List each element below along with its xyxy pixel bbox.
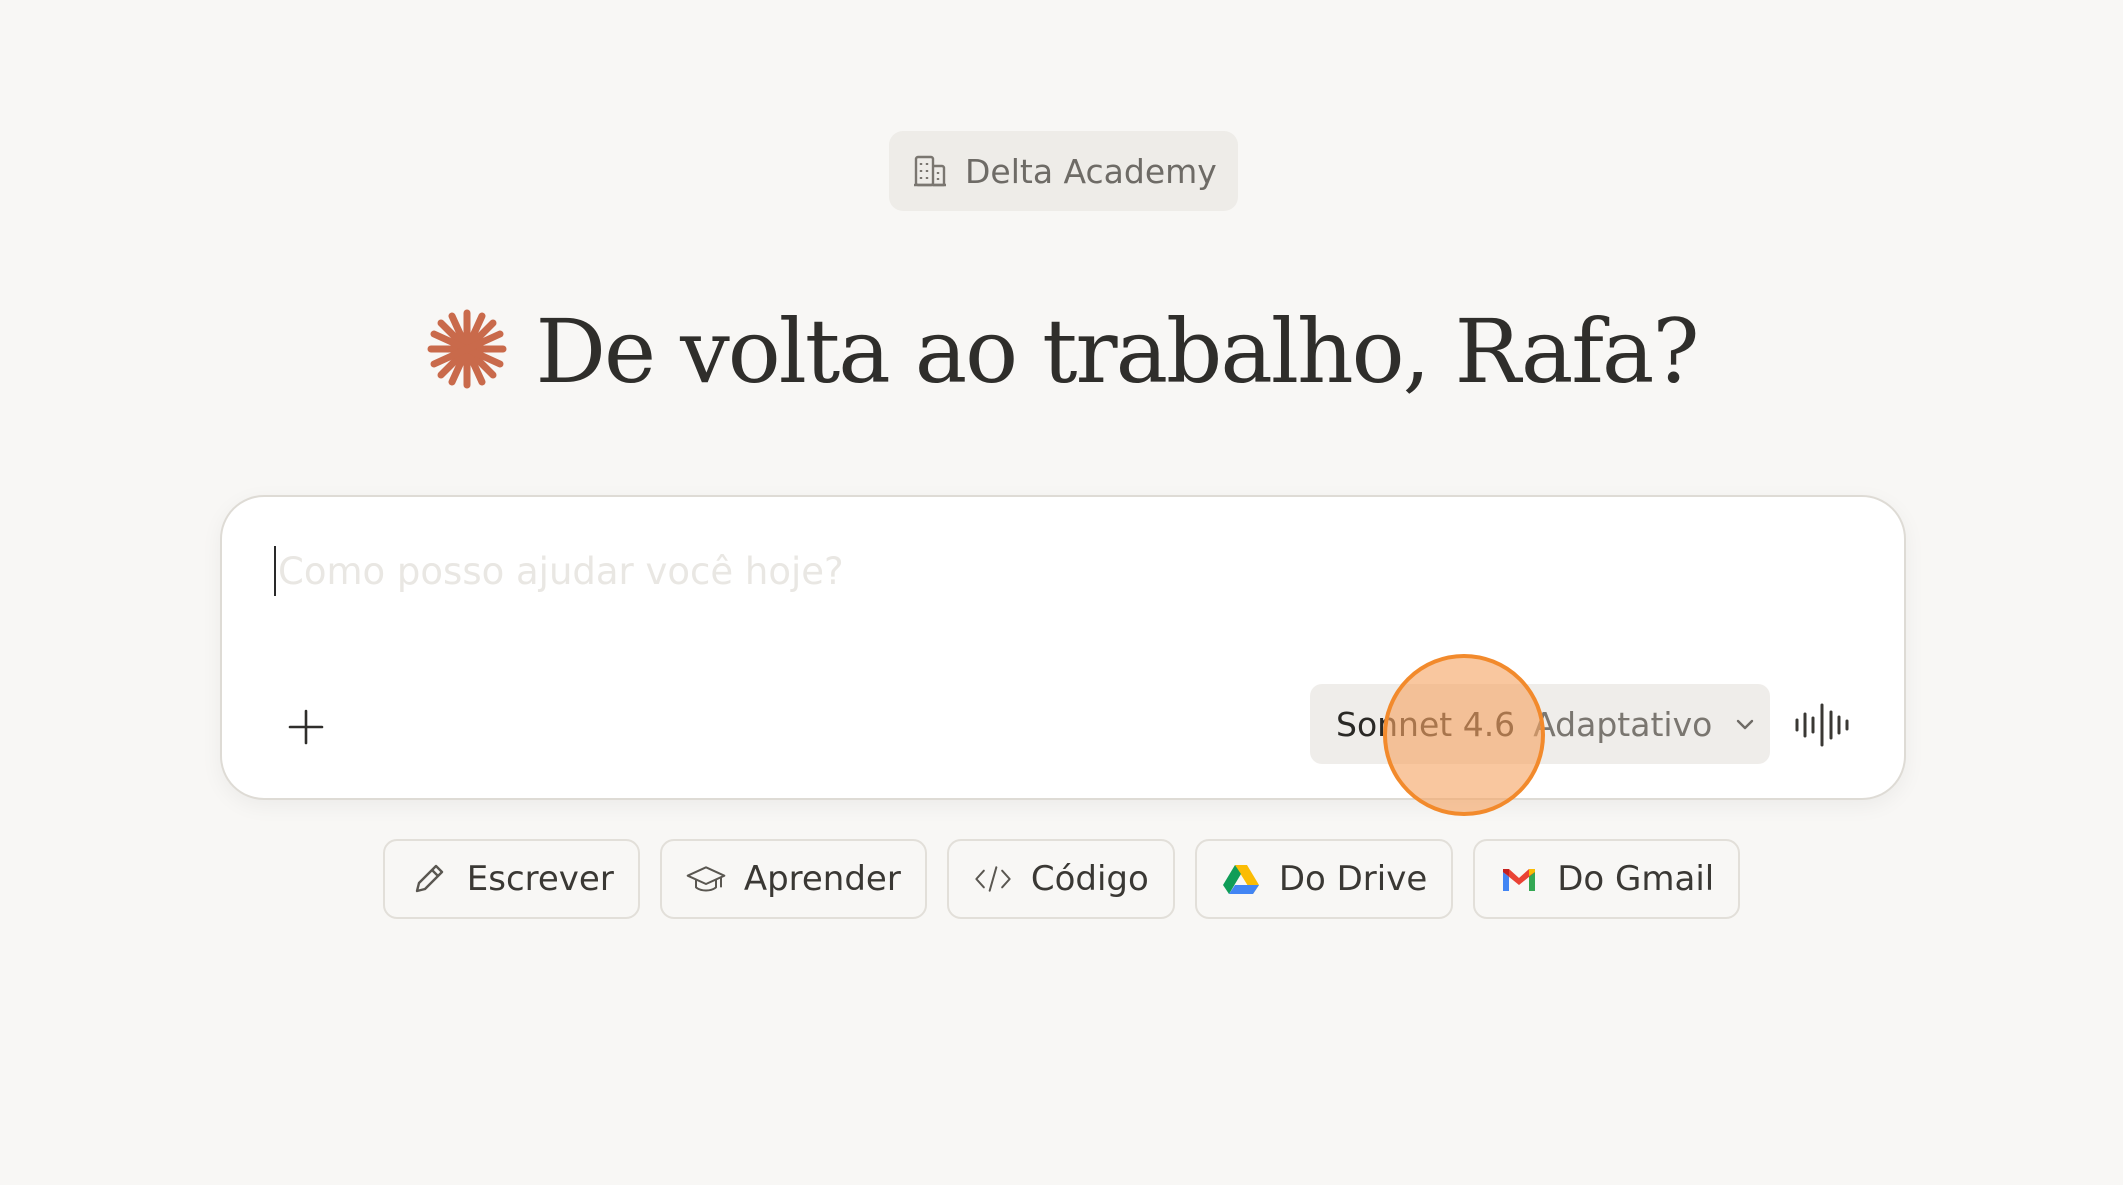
message-composer: Como posso ajudar você hoje? Sonnet 4.6 …	[220, 495, 1906, 800]
model-name: Sonnet 4.6	[1336, 704, 1516, 744]
voice-waveform-icon	[1793, 702, 1851, 748]
suggestion-chips: Escrever Aprender Código Do Drive Do Gma…	[0, 839, 2123, 919]
greeting-title: De volta ao trabalho, Rafa?	[535, 299, 1699, 403]
message-placeholder: Como posso ajudar você hoje?	[278, 549, 844, 593]
suggestion-learn[interactable]: Aprender	[659, 839, 927, 919]
organization-name: Delta Academy	[965, 151, 1217, 191]
model-mode: Adaptativo	[1533, 704, 1713, 744]
suggestion-write[interactable]: Escrever	[382, 839, 640, 919]
gmail-icon	[1499, 859, 1539, 899]
graduation-cap-icon	[686, 859, 726, 899]
chevron-down-icon	[1732, 711, 1758, 737]
sparkle-icon	[425, 307, 509, 391]
building-icon	[911, 152, 949, 190]
google-drive-icon	[1221, 859, 1261, 899]
suggestion-label: Do Drive	[1278, 859, 1428, 899]
message-input[interactable]: Como posso ajudar você hoje?	[274, 541, 1852, 601]
pencil-icon	[409, 859, 449, 899]
suggestion-label: Código	[1030, 859, 1149, 899]
suggestion-label: Escrever	[466, 859, 614, 899]
code-icon	[973, 859, 1013, 899]
suggestion-drive[interactable]: Do Drive	[1194, 839, 1454, 919]
suggestion-label: Aprender	[743, 859, 901, 899]
new-chat-page: Delta Academy De volta ao trabalho, Rafa…	[0, 0, 2123, 1185]
voice-mode-button[interactable]	[1790, 693, 1854, 757]
suggestion-code[interactable]: Código	[946, 839, 1175, 919]
text-caret	[274, 546, 276, 596]
suggestion-gmail[interactable]: Do Gmail	[1473, 839, 1741, 919]
organization-badge[interactable]: Delta Academy	[889, 131, 1238, 211]
plus-icon	[286, 707, 326, 747]
greeting: De volta ao trabalho, Rafa?	[0, 286, 2123, 416]
model-selector[interactable]: Sonnet 4.6 Adaptativo	[1310, 684, 1770, 764]
suggestion-label: Do Gmail	[1557, 859, 1715, 899]
add-attachment-button[interactable]	[276, 697, 336, 757]
